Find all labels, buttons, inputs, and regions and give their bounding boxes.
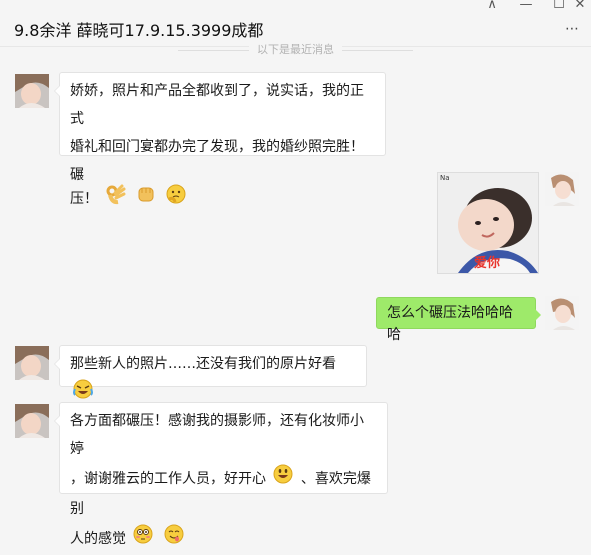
more-options-icon[interactable]: ⋯ bbox=[565, 22, 581, 36]
chat-title: 9.8余洋 薛晓可17.9.15.3999成都 bbox=[14, 21, 264, 40]
contact-avatar[interactable] bbox=[15, 346, 49, 380]
message-text-line: 人的感觉 bbox=[70, 531, 126, 547]
message-text-line: 娇娇，照片和产品全都收到了，说实话，我的正式 bbox=[70, 83, 364, 127]
message-text-line: 婚礼和回门宴都办完了发现，我的婚纱照完胜！碾 bbox=[70, 139, 364, 183]
message-text-line: ，谢谢雅云的工作人员，好开心 bbox=[70, 471, 266, 487]
contact-avatar[interactable] bbox=[15, 74, 49, 108]
message-image[interactable]: Na 爱你 bbox=[437, 172, 539, 274]
chat-titlebar: 9.8余洋 薛晓可17.9.15.3999成都 ⊼ — ☐ ✕ ⋯ bbox=[0, 0, 591, 47]
message-bubble-received[interactable]: 各方面都碾压！感谢我的摄影师，还有化妆师小婷 ，谢谢雅云的工作人员，好开心 、喜… bbox=[54, 402, 388, 547]
image-caption-text: 爱你 bbox=[474, 256, 501, 271]
history-separator-text: 以下是最近消息 bbox=[249, 43, 342, 56]
contact-avatar[interactable] bbox=[15, 404, 49, 438]
yum-face-icon bbox=[163, 523, 185, 555]
maximize-button[interactable]: ☐ bbox=[549, 0, 569, 12]
message-text-line: 压！ bbox=[70, 191, 98, 207]
ok-hand-icon bbox=[104, 183, 126, 215]
fist-icon bbox=[135, 183, 157, 215]
thinking-face-icon bbox=[165, 183, 187, 215]
minimize-button[interactable]: — bbox=[516, 0, 536, 12]
message-bubble-received[interactable]: 那些新人的照片……还没有我们的原片好看 bbox=[54, 345, 367, 399]
message-text: 怎么个碾压法哈哈哈哈 bbox=[387, 305, 513, 343]
image-tag-text: Na bbox=[440, 174, 450, 182]
self-avatar[interactable] bbox=[545, 172, 579, 206]
history-separator: 以下是最近消息 bbox=[0, 43, 591, 56]
message-text: 那些新人的照片……还没有我们的原片好看 bbox=[70, 356, 336, 372]
self-avatar[interactable] bbox=[545, 296, 579, 330]
message-bubble-sent[interactable]: 怎么个碾压法哈哈哈哈 bbox=[376, 297, 541, 343]
message-text-line: 各方面都碾压！感谢我的摄影师，还有化妆师小婷 bbox=[70, 413, 364, 457]
grin-icon bbox=[272, 463, 294, 495]
message-bubble-received[interactable]: 娇娇，照片和产品全都收到了，说实话，我的正式 婚礼和回门宴都办完了发现，我的婚纱… bbox=[54, 72, 386, 207]
pin-button[interactable]: ⊼ bbox=[482, 0, 502, 12]
flushed-face-icon bbox=[132, 523, 154, 555]
close-button[interactable]: ✕ bbox=[570, 0, 590, 12]
